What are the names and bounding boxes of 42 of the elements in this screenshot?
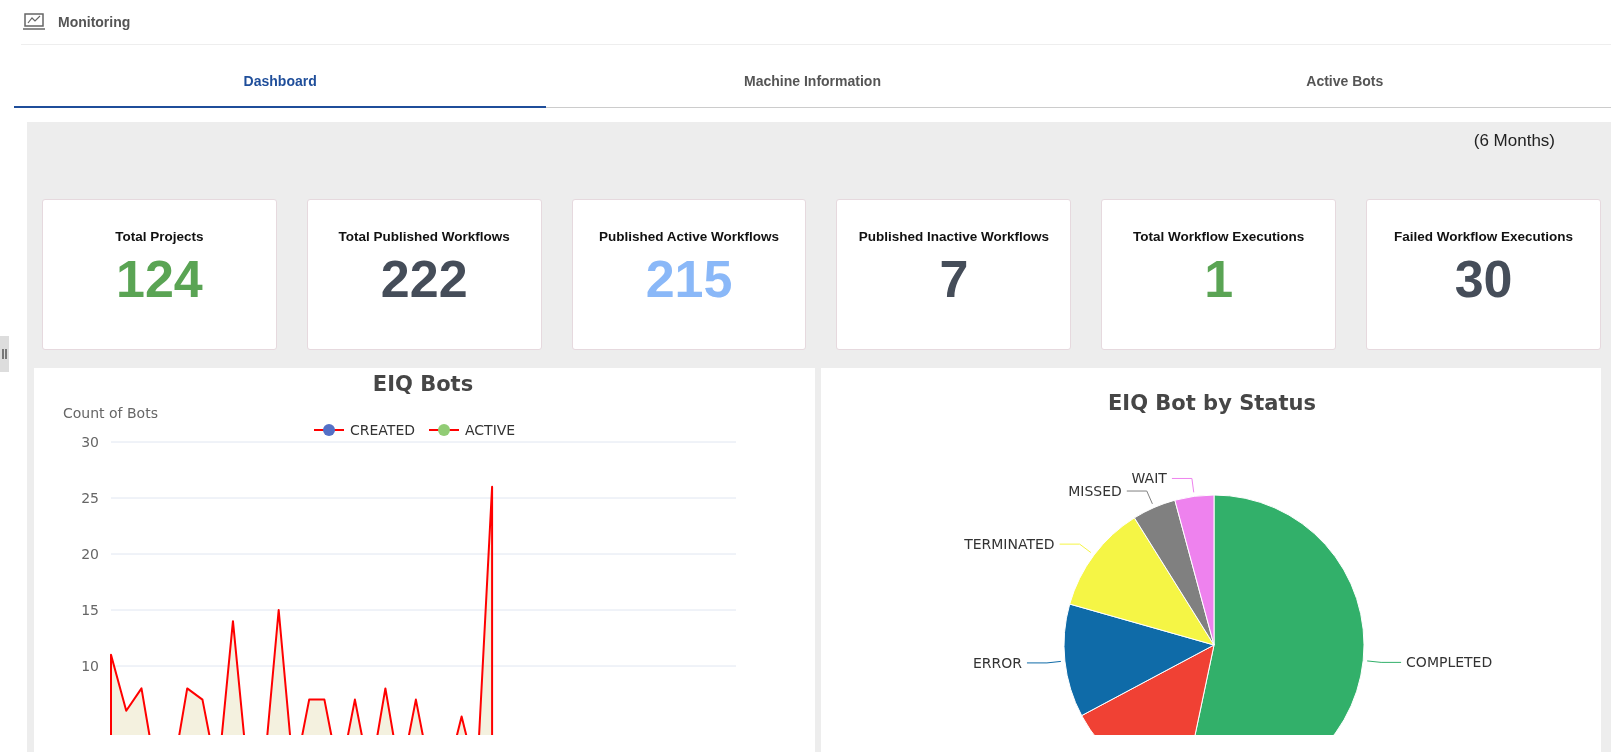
slice-label: COMPLETED bbox=[1405, 654, 1492, 671]
tab[interactable]: Dashboard bbox=[14, 45, 547, 108]
y-tick-label: 30 bbox=[81, 434, 99, 450]
leader-line bbox=[1058, 543, 1091, 554]
tab[interactable]: Active Bots bbox=[1078, 45, 1611, 108]
slice-label: ERROR bbox=[972, 654, 1022, 671]
page-title: Monitoring bbox=[58, 14, 131, 30]
slice-label: MISSED bbox=[1067, 483, 1122, 500]
axis-label: Count of Bots bbox=[63, 405, 158, 421]
stat-value: 1 bbox=[1204, 253, 1234, 305]
stat-label: Published Inactive Workflows bbox=[858, 229, 1050, 244]
legend-marker[interactable] bbox=[428, 424, 460, 436]
tab[interactable]: Machine Information bbox=[546, 45, 1079, 108]
y-tick-label: 20 bbox=[81, 546, 99, 562]
slice-label: WAIT bbox=[1131, 470, 1167, 487]
stat-value: 7 bbox=[939, 253, 969, 305]
leader-line bbox=[1025, 660, 1061, 664]
leader-line bbox=[1125, 490, 1153, 505]
y-tick-label: 10 bbox=[81, 658, 99, 674]
legend-label[interactable]: ACTIVE bbox=[465, 422, 516, 438]
y-tick-label: 15 bbox=[81, 602, 99, 618]
legend-label[interactable]: CREATED bbox=[350, 422, 416, 438]
stat-label: Total Published Workflows bbox=[338, 229, 510, 244]
chart-title: EIQ Bot by Status bbox=[1107, 391, 1316, 415]
stat-label: Published Active Workflows bbox=[599, 229, 780, 244]
stat-label: Total Workflow Executions bbox=[1133, 229, 1305, 244]
leader-line bbox=[1170, 477, 1194, 493]
slice-label: TERMINATED bbox=[963, 536, 1055, 553]
monitor-chart-icon bbox=[22, 12, 46, 32]
chart-title: EIQ Bots bbox=[372, 372, 474, 396]
grip-icon bbox=[2, 349, 7, 359]
stat-value: 124 bbox=[116, 253, 203, 305]
stat-label: Failed Workflow Executions bbox=[1394, 229, 1574, 244]
stat-value: 222 bbox=[380, 253, 468, 305]
legend-marker[interactable] bbox=[313, 424, 345, 436]
stat-value: 30 bbox=[1454, 253, 1513, 305]
stat-value: 215 bbox=[645, 253, 733, 305]
leader-line bbox=[1366, 660, 1402, 663]
collapse-handle[interactable] bbox=[0, 336, 9, 372]
period-label: (6 Months) bbox=[1473, 131, 1555, 151]
y-tick-label: 25 bbox=[81, 490, 99, 506]
stat-label: Total Projects bbox=[115, 229, 204, 244]
